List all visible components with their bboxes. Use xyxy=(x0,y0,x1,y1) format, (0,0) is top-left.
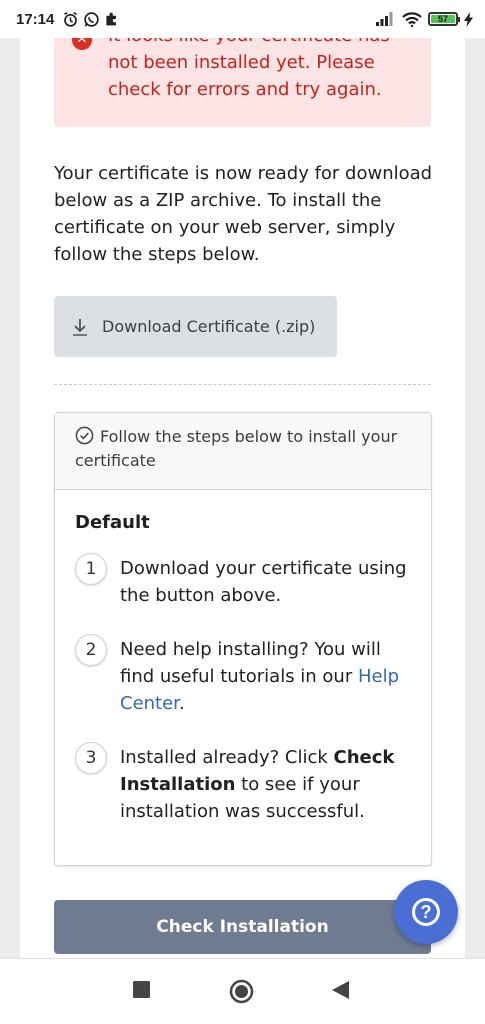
steps-card-body: Default 1 Download your certificate usin… xyxy=(55,490,431,825)
main-content: ✕ It looks like your certificate has not… xyxy=(20,38,465,958)
puzzle-icon xyxy=(106,12,117,26)
step-text: Installed already? Click Check Installat… xyxy=(120,744,411,825)
step-text-after: . xyxy=(178,693,185,714)
intro-paragraph: Your certificate is now ready for downlo… xyxy=(54,163,433,265)
install-steps-card: Follow the steps below to install your c… xyxy=(54,412,432,866)
download-button-label: Download Certificate (.zip) xyxy=(102,317,316,336)
error-alert: ✕ It looks like your certificate has not… xyxy=(54,38,431,127)
home-icon[interactable] xyxy=(229,979,254,1004)
help-question-icon: ? xyxy=(412,898,440,926)
step-text: Need help installing? You will find usef… xyxy=(120,636,411,717)
step-text: Download your certificate using the butt… xyxy=(120,558,407,606)
status-icons-left xyxy=(62,11,120,28)
back-icon[interactable] xyxy=(332,981,349,999)
whatsapp-icon xyxy=(84,11,100,27)
charging-icon xyxy=(464,11,473,27)
check-installation-button[interactable]: Check Installation xyxy=(54,900,431,954)
steps-title: Default xyxy=(75,512,150,533)
navigation-bar xyxy=(0,958,485,1024)
step-number: 3 xyxy=(75,742,107,774)
check-circle-icon xyxy=(75,426,94,445)
download-arrow-icon xyxy=(72,318,88,336)
steps-card-header: Follow the steps below to install your c… xyxy=(55,413,431,490)
step-item: 2 Need help installing? You will find us… xyxy=(75,634,411,717)
step-item: 3 Installed already? Click Check Install… xyxy=(75,742,411,825)
step-text-before: Need help installing? You will find usef… xyxy=(120,639,381,687)
wifi-icon xyxy=(402,11,422,27)
battery-icon: 57 xyxy=(428,12,460,26)
step-item: 1 Download your certificate using the bu… xyxy=(75,553,411,609)
step-number: 2 xyxy=(75,634,107,666)
dashed-divider xyxy=(54,384,431,385)
battery-level: 57 xyxy=(431,15,455,24)
error-icon: ✕ xyxy=(72,38,92,50)
download-certificate-button[interactable]: Download Certificate (.zip) xyxy=(54,296,337,357)
status-icons-right: 57 xyxy=(376,11,473,27)
step-number: 1 xyxy=(75,553,107,585)
steps-card-header-text: Follow the steps below to install your c… xyxy=(75,427,398,470)
recent-apps-icon[interactable] xyxy=(133,981,150,998)
signal-icon xyxy=(376,12,393,26)
help-button[interactable]: ? xyxy=(394,880,458,944)
alarm-icon xyxy=(64,11,78,27)
status-time: 17:14 xyxy=(16,10,55,28)
step-text-before: Installed already? Click xyxy=(120,747,334,768)
status-bar: 17:14 57 xyxy=(0,0,485,38)
error-alert-text: It looks like your certificate has not b… xyxy=(108,38,390,100)
